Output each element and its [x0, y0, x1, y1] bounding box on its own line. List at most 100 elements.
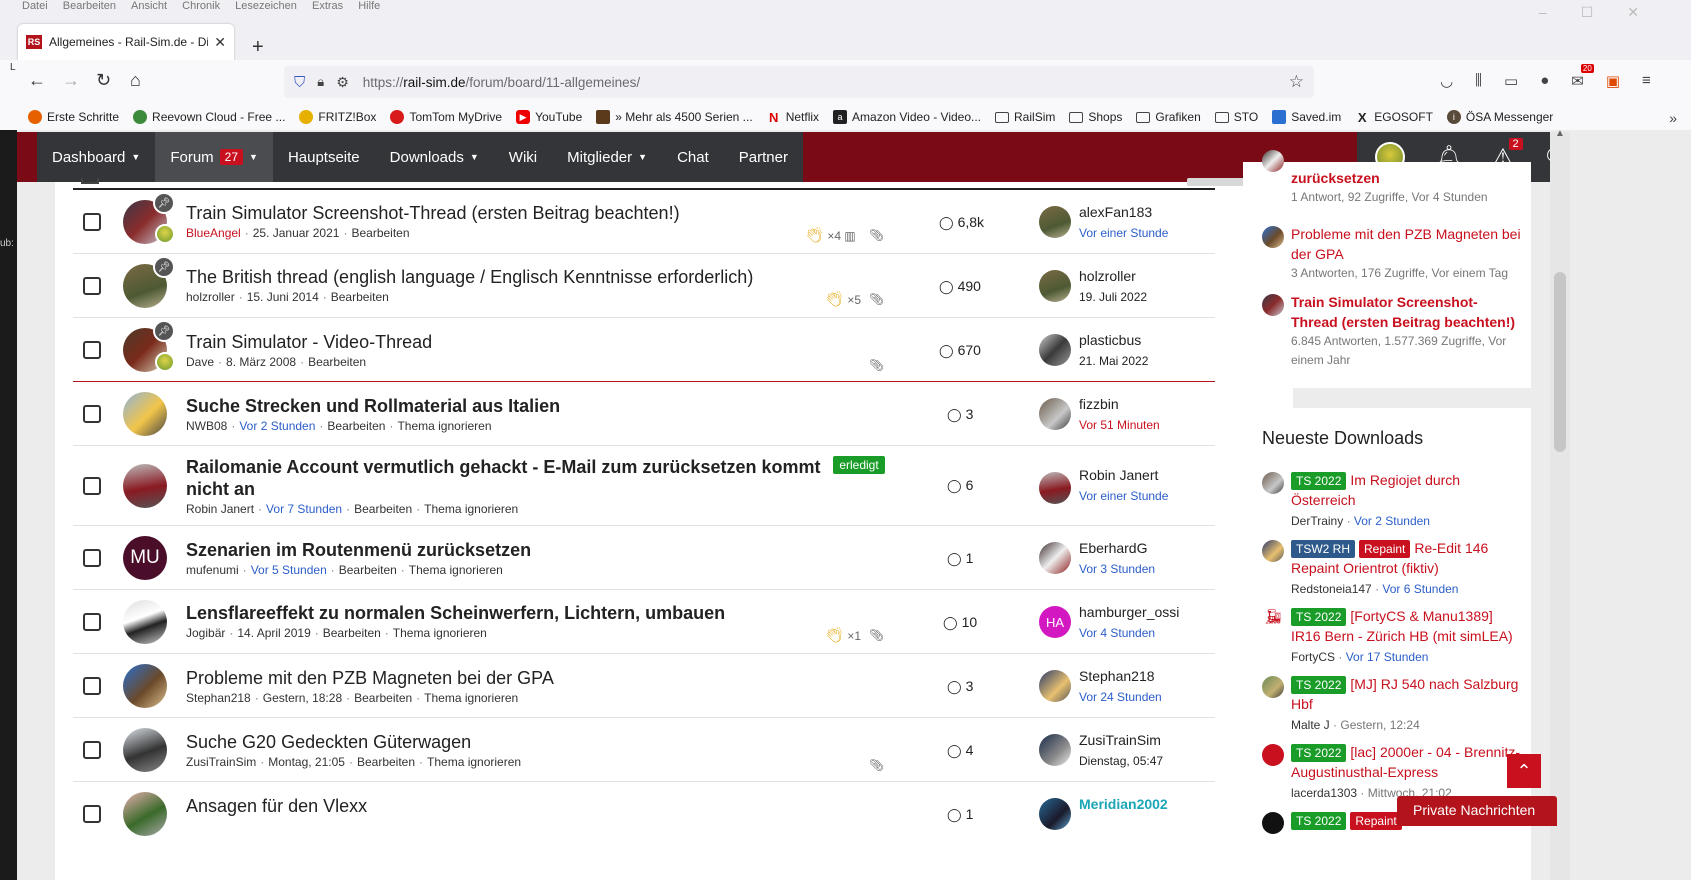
thread-title[interactable]: Railomanie Account vermutlich gehackt - …	[186, 456, 820, 478]
thread-row[interactable]: 📌︎ Train Simulator Screenshot-Thread (er…	[73, 190, 1215, 254]
thread-checkbox[interactable]	[83, 549, 101, 567]
lock-icon[interactable]: 🔒︎	[317, 74, 324, 90]
bookmark-egosoft[interactable]: X EGOSOFT	[1355, 110, 1433, 125]
thread-row[interactable]: Lensflareeffekt zu normalen Scheinwerfer…	[73, 590, 1215, 654]
sidebar-thread-title[interactable]: zurücksetzen	[1291, 168, 1521, 188]
page-scrollbar[interactable]: ▲	[1550, 130, 1570, 880]
last-poster-avatar[interactable]	[1039, 798, 1071, 830]
ignore-thread-link[interactable]: Thema ignorieren	[424, 502, 518, 516]
pocket-icon[interactable]: ◡	[1440, 72, 1453, 90]
download-title[interactable]: TS 2022 Im Regiojet durch Österreich	[1291, 470, 1521, 510]
nav-forum[interactable]: Forum 27 ▼	[155, 132, 273, 182]
bookmark-fritzbox[interactable]: FRITZ!Box	[299, 110, 376, 124]
thread-title[interactable]: Train Simulator Screenshot-Thread (erste…	[186, 202, 680, 224]
author-link[interactable]: holzroller	[186, 290, 235, 304]
reload-icon[interactable]: ↻	[96, 70, 111, 91]
last-poster-avatar[interactable]	[1039, 542, 1071, 574]
nav-dashboard[interactable]: Dashboard ▼	[37, 132, 155, 182]
ignore-thread-link[interactable]: Thema ignorieren	[427, 755, 521, 769]
last-post-time[interactable]: Vor einer Stunde	[1079, 489, 1168, 503]
last-post-time[interactable]: 19. Juli 2022	[1079, 290, 1147, 304]
sbb-logo-icon[interactable]: 🚂︎	[1262, 608, 1284, 630]
last-poster-name[interactable]: ZusiTrainSim	[1079, 732, 1161, 748]
address-bar[interactable]: ⛉ 🔒︎ ⚙ https://rail-sim.de/forum/board/1…	[284, 66, 1314, 98]
last-poster-name[interactable]: hamburger_ossi	[1079, 604, 1179, 620]
download-title[interactable]: TSW2 RH Repaint Re-Edit 146 Repaint Orient…	[1291, 538, 1521, 578]
mail-icon[interactable]: ✉ 20	[1571, 64, 1594, 90]
last-poster-name[interactable]: plasticbus	[1079, 332, 1141, 348]
edit-link[interactable]: Bearbeiten	[327, 419, 385, 433]
download-avatar[interactable]	[1262, 812, 1284, 834]
download-title[interactable]: TS 2022 [FortyCS & Manu1389] IR16 Bern - …	[1291, 606, 1521, 646]
new-tab-icon[interactable]: +	[252, 36, 264, 59]
nav-chat[interactable]: Chat	[662, 132, 724, 182]
thread-date[interactable]: Vor 7 Stunden	[266, 502, 342, 516]
menu-lesezeichen[interactable]: Lesezeichen	[235, 1, 297, 11]
author-avatar[interactable]	[123, 392, 167, 436]
author-avatar[interactable]	[123, 792, 167, 836]
bookmark-serien[interactable]: » Mehr als 4500 Serien ...	[596, 110, 753, 124]
thread-checkbox[interactable]	[83, 405, 101, 423]
thread-row[interactable]: Railomanie Account vermutlich gehackt - …	[73, 446, 1215, 526]
last-poster-name[interactable]: Meridian2002	[1079, 796, 1168, 812]
back-icon[interactable]: ←	[28, 70, 46, 91]
last-post-time[interactable]: Vor 24 Stunden	[1079, 690, 1162, 704]
last-poster-avatar[interactable]: HA	[1039, 606, 1071, 638]
edit-link[interactable]: Bearbeiten	[331, 290, 389, 304]
thread-checkbox[interactable]	[83, 341, 101, 359]
menu-datei[interactable]: Datei	[22, 1, 48, 11]
thread-checkbox[interactable]	[83, 805, 101, 823]
toolbar-button[interactable]	[1187, 178, 1247, 186]
last-poster-avatar[interactable]	[1039, 398, 1071, 430]
bookmark-osa[interactable]: i ÖSA Messenger	[1446, 110, 1553, 124]
download-title[interactable]: TS 2022 [lac] 2000er - 04 - Brennitz-Augu…	[1291, 742, 1521, 782]
nav-mitglieder[interactable]: Mitglieder ▼	[552, 132, 662, 182]
thread-title[interactable]: Szenarien im Routenmenü zurücksetzen	[186, 539, 531, 561]
bookmark-folder-railsim[interactable]: RailSim	[995, 110, 1055, 124]
menu-hilfe[interactable]: Hilfe	[358, 1, 380, 11]
ignore-thread-link[interactable]: Thema ignorieren	[409, 563, 503, 577]
thread-title[interactable]: Suche G20 Gedeckten Güterwagen	[186, 731, 471, 753]
edit-link[interactable]: Bearbeiten	[308, 355, 366, 369]
author-avatar[interactable]	[123, 664, 167, 708]
menu-ansicht[interactable]: Ansicht	[131, 1, 167, 11]
menu-bearbeiten[interactable]: Bearbeiten	[63, 1, 116, 11]
scrollbar-thumb[interactable]	[1554, 272, 1566, 452]
account-icon[interactable]: ●	[1540, 72, 1549, 90]
thread-row[interactable]: Suche Strecken und Rollmaterial aus Ital…	[73, 382, 1215, 446]
browser-tab[interactable]: RS Allgemeines - Rail-Sim.de - Die ✕	[18, 24, 234, 60]
author-link[interactable]: Jogibär	[186, 626, 225, 640]
nav-partner[interactable]: Partner	[724, 132, 803, 182]
last-poster-name[interactable]: Stephan218	[1079, 668, 1155, 684]
thread-date[interactable]: Vor 2 Stunden	[239, 419, 315, 433]
select-all-checkbox[interactable]	[81, 178, 99, 184]
edit-link[interactable]: Bearbeiten	[354, 691, 412, 705]
thread-title[interactable]: Suche Strecken und Rollmaterial aus Ital…	[186, 395, 560, 417]
home-icon[interactable]: ⌂	[130, 70, 141, 91]
last-post-time[interactable]: Vor 51 Minuten	[1079, 418, 1160, 432]
menu-icon[interactable]: ≡	[1642, 72, 1651, 90]
thread-checkbox[interactable]	[83, 213, 101, 231]
close-tab-icon[interactable]: ✕	[214, 34, 226, 51]
author-avatar[interactable]: MU	[123, 536, 167, 580]
last-poster-name[interactable]: fizzbin	[1079, 396, 1119, 412]
download-avatar[interactable]	[1262, 744, 1284, 766]
last-post-time[interactable]: Vor einer Stunde	[1079, 226, 1168, 240]
scroll-up-icon[interactable]: ▲	[1555, 130, 1565, 139]
last-poster-name[interactable]: Robin Janert	[1079, 467, 1158, 483]
thread-row[interactable]: Ansagen für den Vlexx ◯ 1 Meridian2002	[73, 782, 1215, 846]
author-link[interactable]: NWB08	[186, 419, 227, 433]
private-messages-button[interactable]: Private Nachrichten	[1397, 796, 1557, 826]
back-to-top-button[interactable]: ⌃	[1507, 754, 1541, 788]
thread-title[interactable]: The British thread (english language / E…	[186, 266, 753, 288]
thread-checkbox[interactable]	[83, 277, 101, 295]
last-post-time[interactable]: Vor 4 Stunden	[1079, 626, 1155, 640]
bookmark-folder-shops[interactable]: Shops	[1069, 110, 1122, 124]
sidebar-thread-title[interactable]: Train Simulator Screenshot-Thread (erste…	[1291, 292, 1521, 332]
bookmark-youtube[interactable]: ▶ YouTube	[516, 110, 582, 124]
edit-link[interactable]: Bearbeiten	[339, 563, 397, 577]
last-poster-avatar[interactable]	[1039, 334, 1071, 366]
edit-link[interactable]: Bearbeiten	[357, 755, 415, 769]
thread-checkbox[interactable]	[83, 613, 101, 631]
thread-row[interactable]: MU Szenarien im Routenmenü zurücksetzen …	[73, 526, 1215, 590]
